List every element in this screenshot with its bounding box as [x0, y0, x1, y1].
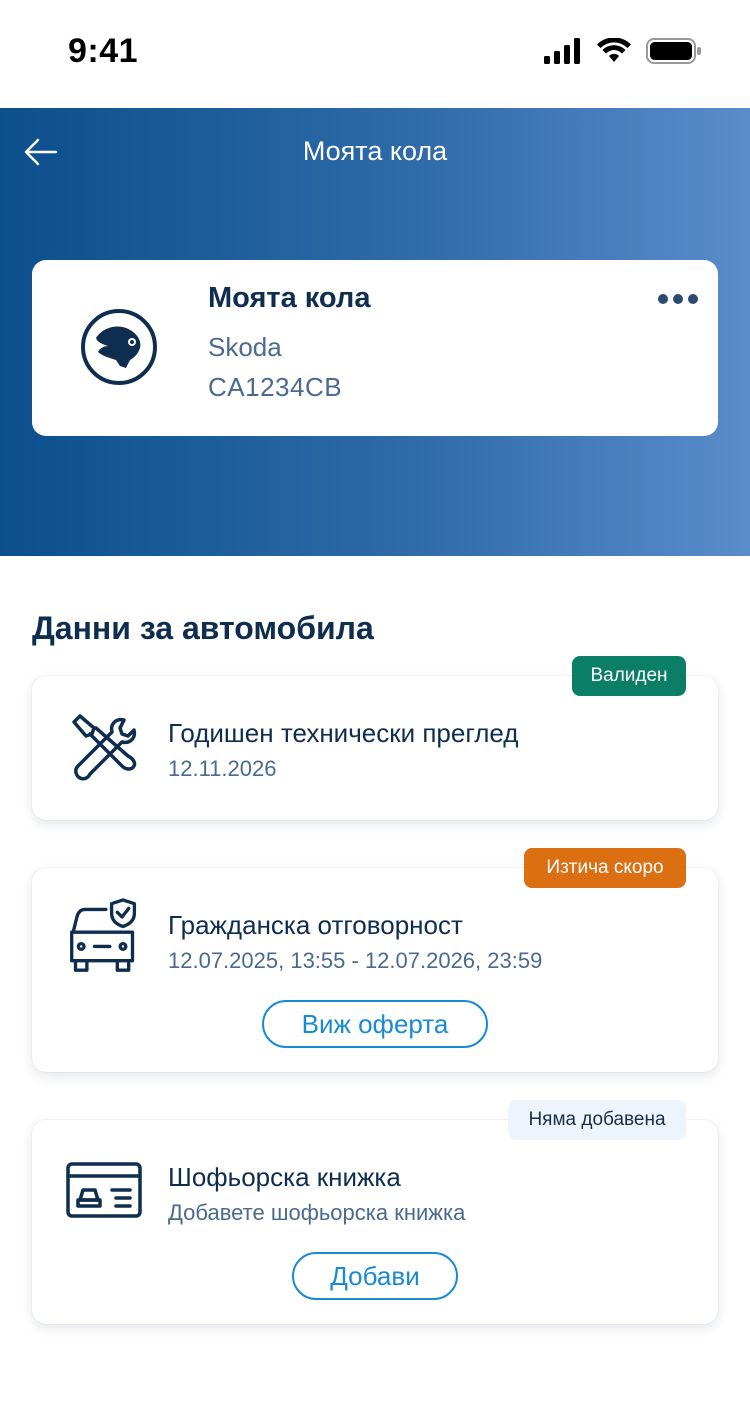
car-card[interactable]: Моята кола Skoda CA1234CB: [32, 260, 718, 436]
driving-license-card[interactable]: Шофьорска книжка Добавете шофьорска книж…: [32, 1120, 718, 1324]
section-title: Данни за автомобила: [32, 610, 374, 646]
status-badge-expiring: Изтича скоро: [524, 848, 686, 888]
more-options-icon[interactable]: [658, 294, 698, 306]
inspection-title: Годишен технически преглед: [168, 718, 519, 748]
battery-icon: [646, 38, 701, 64]
license-title: Шофьорска книжка: [168, 1162, 401, 1192]
status-badge-valid: Валиден: [572, 656, 686, 696]
car-brand: Skoda: [208, 332, 282, 362]
signal-icon: [544, 38, 580, 64]
car-shield-icon: [70, 898, 137, 972]
skoda-logo-icon: [81, 309, 157, 385]
liability-title: Гражданска отговорност: [168, 910, 463, 940]
hero-header: Моята кола Моята кола Skoda CA1234CB: [0, 108, 750, 556]
wifi-icon: [597, 38, 631, 62]
add-license-button[interactable]: Добави: [292, 1252, 458, 1300]
inspection-card[interactable]: Годишен технически преглед 12.11.2026: [32, 676, 718, 820]
civil-liability-card[interactable]: Гражданска отговорност 12.07.2025, 13:55…: [32, 868, 718, 1072]
tools-icon: [72, 714, 137, 781]
status-icons: [544, 38, 702, 64]
license-hint: Добавете шофьорска книжка: [168, 1200, 466, 1225]
view-offer-button[interactable]: Виж оферта: [262, 1000, 488, 1048]
license-card-icon: [66, 1162, 142, 1218]
status-time: 9:41: [68, 32, 139, 70]
inspection-date: 12.11.2026: [168, 756, 277, 781]
page-title: Моята кола: [302, 136, 448, 166]
car-name: Моята кола: [208, 282, 371, 314]
status-badge-not-added: Няма добавена: [508, 1100, 686, 1140]
liability-period: 12.07.2025, 13:55 - 12.07.2026, 23:59: [168, 948, 543, 973]
status-bar: 9:41: [0, 0, 750, 108]
car-plate: CA1234CB: [208, 372, 343, 402]
